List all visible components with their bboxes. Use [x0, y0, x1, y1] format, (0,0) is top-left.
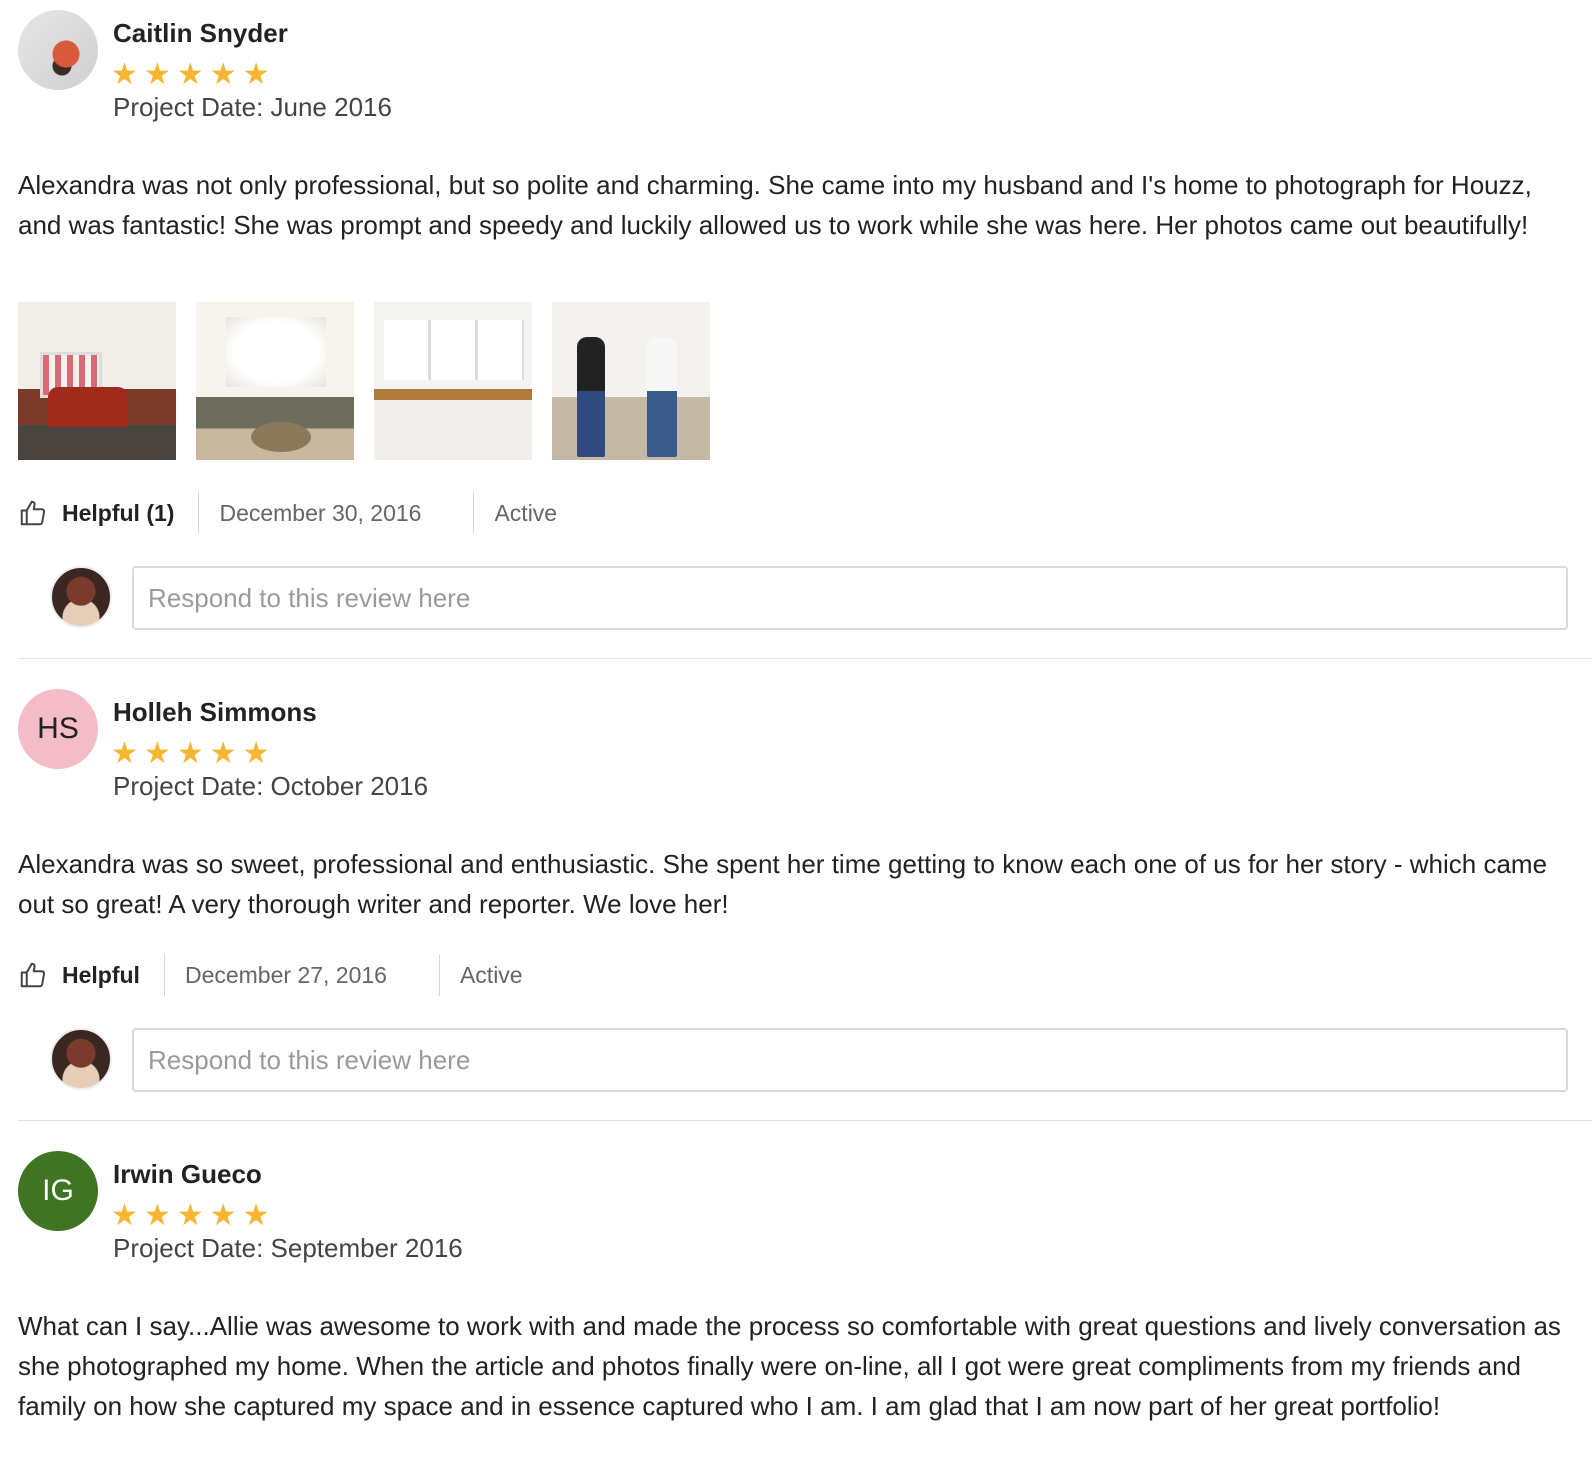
- project-date: Project Date: September 2016: [113, 1233, 463, 1263]
- review-photo[interactable]: [196, 302, 354, 460]
- reviewer-name[interactable]: Irwin Gueco: [113, 1159, 262, 1190]
- project-date: Project Date: October 2016: [113, 771, 429, 801]
- respond-input[interactable]: [132, 1028, 1568, 1092]
- review-text: Alexandra was so sweet, professional and…: [18, 849, 1548, 919]
- star-icon: ★: [143, 1199, 171, 1232]
- review-date: December 30, 2016: [219, 499, 422, 526]
- review-text: Alexandra was not only professional, but…: [18, 170, 1532, 240]
- helpful-label: Helpful (1): [62, 499, 175, 526]
- review-photo[interactable]: [552, 302, 710, 460]
- review-photos: [18, 302, 710, 460]
- star-icon: ★: [242, 58, 270, 91]
- star-icon: ★: [176, 1199, 204, 1232]
- star-icon: ★: [143, 737, 171, 770]
- reviewer-avatar[interactable]: HS: [18, 689, 98, 769]
- star-icon: ★: [242, 1199, 270, 1232]
- helpful-button[interactable]: Helpful: [18, 960, 140, 990]
- review-photo[interactable]: [374, 302, 532, 460]
- star-icon: ★: [111, 58, 138, 91]
- thumbs-up-icon: [20, 962, 46, 988]
- review-status: Active: [459, 961, 523, 988]
- star-icon: ★: [176, 58, 204, 91]
- star-icon: ★: [242, 737, 270, 770]
- review-status: Active: [494, 499, 558, 526]
- review-text: What can I say...Allie was awesome to wo…: [18, 1311, 1561, 1421]
- respond-row: [0, 566, 1592, 630]
- reviewer-name[interactable]: Holleh Simmons: [113, 697, 317, 728]
- helpful-label: Helpful: [62, 961, 140, 988]
- star-icon: ★: [209, 58, 237, 91]
- owner-avatar: [50, 566, 112, 628]
- reviewer-name[interactable]: Caitlin Snyder: [113, 18, 288, 49]
- star-icon: ★: [111, 737, 138, 770]
- star-rating: ★ ★ ★ ★ ★: [111, 1201, 270, 1231]
- divider: [198, 492, 200, 534]
- star-rating: ★ ★ ★ ★ ★: [111, 739, 270, 769]
- helpful-button[interactable]: Helpful (1): [18, 498, 174, 528]
- respond-input[interactable]: [132, 566, 1568, 630]
- divider: [438, 954, 440, 996]
- divider: [163, 954, 165, 996]
- star-icon: ★: [209, 1199, 237, 1232]
- star-icon: ★: [176, 737, 204, 770]
- owner-avatar: [50, 1028, 112, 1090]
- divider: [473, 492, 475, 534]
- review-photo[interactable]: [18, 302, 176, 460]
- project-date: Project Date: June 2016: [113, 92, 392, 122]
- star-icon: ★: [143, 58, 171, 91]
- reviewer-avatar[interactable]: IG: [18, 1151, 98, 1231]
- star-rating: ★ ★ ★ ★ ★: [111, 60, 270, 90]
- respond-row: [0, 1028, 1592, 1092]
- star-icon: ★: [111, 1199, 138, 1232]
- review-date: December 27, 2016: [184, 961, 387, 988]
- review-divider: [18, 658, 1592, 659]
- thumbs-up-icon: [20, 500, 46, 526]
- reviewer-avatar[interactable]: [18, 10, 98, 90]
- star-icon: ★: [209, 737, 237, 770]
- review-meta: Helpful (1) December 30, 2016 Active: [18, 491, 557, 535]
- review-divider: [18, 1120, 1592, 1121]
- review-meta: Helpful December 27, 2016 Active: [18, 953, 523, 997]
